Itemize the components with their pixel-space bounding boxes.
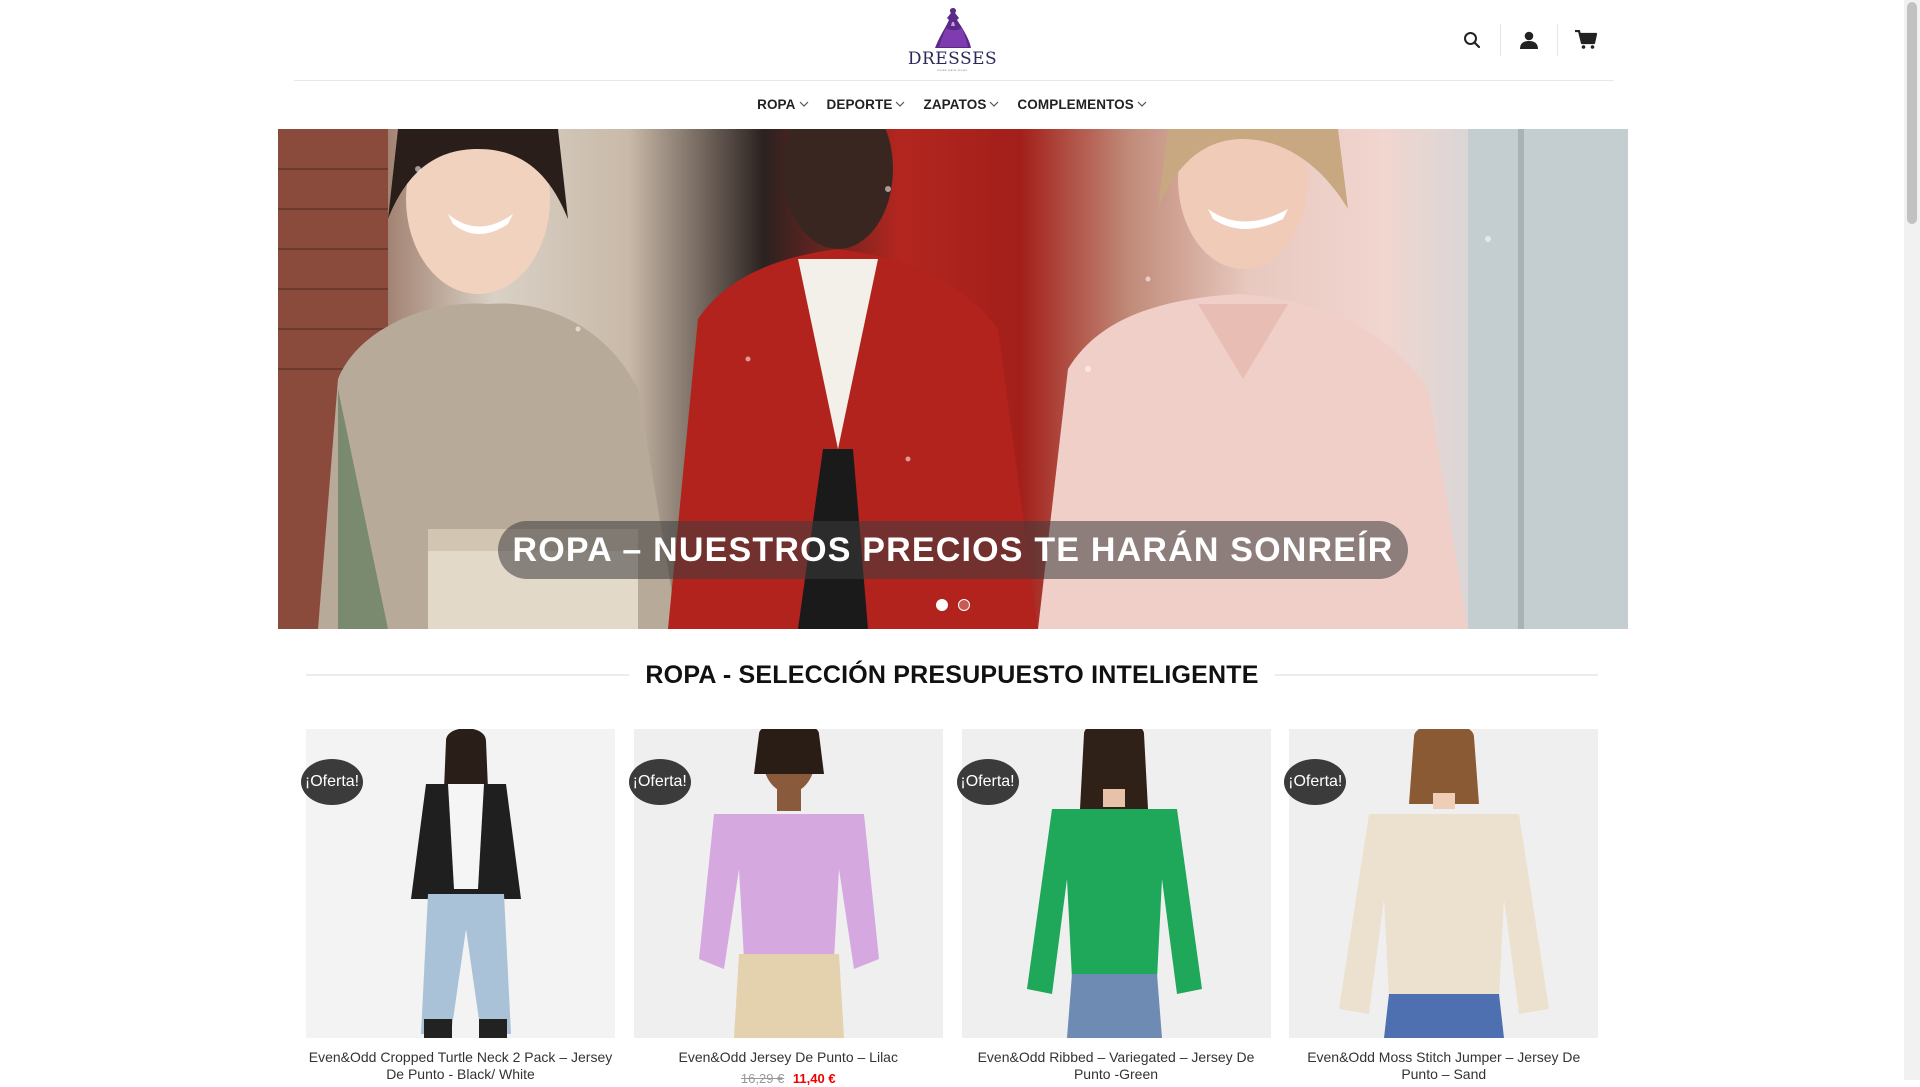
nav-item-label: ZAPATOS (923, 96, 987, 112)
hero-caption[interactable]: ROPA – NUESTROS PRECIOS TE HARÁN SONREÍR (498, 521, 1408, 579)
cart-icon (1575, 30, 1597, 49)
product-name[interactable]: Even&Odd Jersey De Punto – Lilac (634, 1049, 943, 1066)
slider-pagination (278, 599, 1628, 611)
account-button[interactable] (1501, 22, 1557, 58)
header-divider-line (294, 80, 1614, 81)
dress-logo-icon (934, 8, 971, 48)
brand-name: DRESSES (907, 49, 998, 69)
section-title: ROPA - SELECCIÓN PRESUPUESTO INTELIGENTE (645, 660, 1259, 689)
hero-slider[interactable]: ROPA – NUESTROS PRECIOS TE HARÁN SONREÍR (278, 129, 1628, 629)
scrollbar-thumb[interactable] (1907, 2, 1917, 224)
product-grid: ¡Oferta! Even&Odd Cropped Turtle Neck 2 … (301, 729, 1599, 1086)
chevron-down-icon (989, 101, 999, 107)
product-card[interactable]: ¡Oferta! Even&Odd Moss Stitch Jumper – J… (1284, 729, 1599, 1083)
search-icon (1464, 32, 1481, 49)
nav-item-zapatos[interactable]: ZAPATOS (923, 90, 999, 118)
chevron-down-icon (896, 101, 905, 107)
product-card[interactable]: ¡Oferta! Even&Odd Jersey De Punto – Lila… (628, 729, 943, 1086)
nav-item-ropa[interactable]: ROPA (757, 90, 808, 118)
nav-item-label: COMPLEMENTOS (1017, 96, 1134, 112)
brand-logo[interactable]: DRESSES moda para mujer (908, 6, 997, 74)
nav-item-complementos[interactable]: COMPLEMENTOS (1017, 90, 1147, 118)
sale-badge: ¡Oferta! (956, 759, 1019, 805)
sale-badge: ¡Oferta! (628, 759, 691, 805)
section-heading: ROPA - SELECCIÓN PRESUPUESTO INTELIGENTE (306, 660, 1599, 690)
main-navigation: ROPA DEPORTE ZAPATOS COMPLEMENTOS (0, 90, 1904, 118)
header-actions (1444, 22, 1614, 58)
nav-item-deporte[interactable]: DEPORTE (827, 90, 906, 118)
search-button[interactable] (1444, 22, 1500, 58)
product-card[interactable]: ¡Oferta! Even&Odd Ribbed – Variegated – … (956, 729, 1271, 1083)
slider-dot-1[interactable] (936, 599, 948, 611)
sale-badge: ¡Oferta! (301, 759, 363, 805)
section-rule-left (306, 674, 630, 676)
brand-tagline: moda para mujer (937, 68, 968, 72)
product-price: 16,29 € 11,40 € (634, 1070, 943, 1087)
product-name[interactable]: Even&Odd Cropped Turtle Neck 2 Pack – Je… (306, 1049, 615, 1083)
nav-item-label: ROPA (757, 96, 796, 112)
user-icon (1520, 31, 1538, 49)
product-name[interactable]: Even&Odd Moss Stitch Jumper – Jersey De … (1289, 1049, 1598, 1083)
product-name[interactable]: Even&Odd Ribbed – Variegated – Jersey De… (962, 1049, 1271, 1083)
old-price: 16,29 € (740, 1071, 785, 1086)
site-header: DRESSES moda para mujer ROPA DEPORTE ZAP… (0, 0, 1904, 128)
section-rule-right (1274, 674, 1599, 676)
chevron-down-icon (1137, 101, 1147, 107)
sale-badge: ¡Oferta! (1284, 759, 1347, 805)
slider-dot-2[interactable] (958, 599, 970, 611)
cart-button[interactable] (1558, 22, 1614, 58)
nav-item-label: DEPORTE (826, 96, 893, 112)
sale-price: 11,40 € (792, 1071, 836, 1086)
page-scrollbar[interactable] (1904, 0, 1920, 1080)
product-card[interactable]: ¡Oferta! Even&Odd Cropped Turtle Neck 2 … (301, 729, 615, 1083)
chevron-down-icon (799, 101, 808, 107)
